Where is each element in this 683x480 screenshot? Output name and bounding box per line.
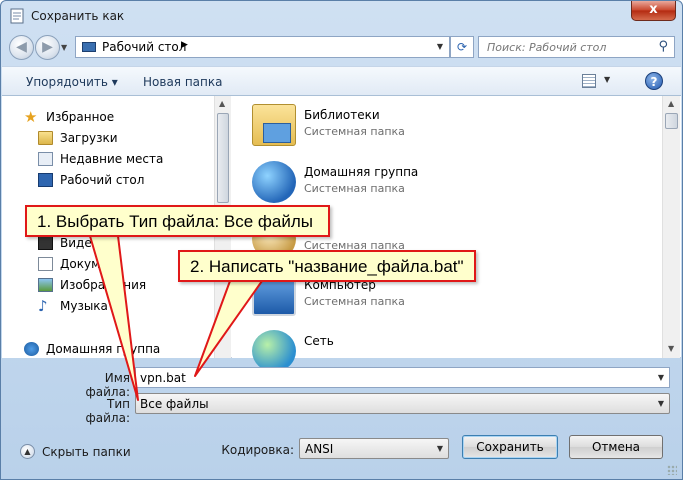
document-icon <box>38 257 53 271</box>
refresh-button[interactable]: ⟳ <box>450 36 474 58</box>
filetype-dropdown-icon[interactable]: ▼ <box>658 399 664 408</box>
arrow-left-icon: ◀ <box>16 39 27 55</box>
close-button[interactable]: x <box>631 1 676 21</box>
scroll-thumb[interactable] <box>217 113 229 203</box>
dialog-footer: ▲ Скрыть папки Кодировка: ANSI ▼ Сохрани… <box>2 421 681 479</box>
organize-button[interactable]: Упорядочить ▾ <box>26 75 118 89</box>
address-path[interactable]: Рабочий стол <box>102 40 186 54</box>
close-icon: x <box>649 2 658 17</box>
change-view-button[interactable]: ▼ <box>582 73 616 91</box>
homegroup-icon <box>252 161 296 203</box>
item-type: Системная папка <box>304 295 405 308</box>
video-icon <box>38 236 53 250</box>
annotation-step-2: 2. Написать "название_файла.bat" <box>178 250 476 282</box>
save-as-dialog: Сохранить как x ◀ ▶ ▼ Рабочий стол ▶ ▼ ⟳… <box>0 0 683 480</box>
resize-grip[interactable] <box>667 465 677 475</box>
search-box[interactable]: ⚲ <box>478 36 675 58</box>
star-icon: ★ <box>24 108 38 126</box>
annotation-step-1: 1. Выбрать Тип файла: Все файлы <box>25 205 330 237</box>
encoding-label: Кодировка: <box>221 443 294 457</box>
chevron-up-icon: ▲ <box>20 444 35 459</box>
desktop-icon <box>38 173 53 187</box>
address-dropdown-icon[interactable]: ▼ <box>437 42 443 51</box>
address-row: ◀ ▶ ▼ Рабочий стол ▶ ▼ ⟳ ⚲ <box>9 33 675 61</box>
new-folder-button[interactable]: Новая папка <box>143 75 222 89</box>
view-dropdown-icon[interactable]: ▼ <box>604 75 610 84</box>
filetype-select[interactable]: Все файлы ▼ <box>135 393 670 414</box>
recent-pages-dropdown-icon[interactable]: ▼ <box>61 43 67 52</box>
nav-item-label: Недавние места <box>60 152 164 166</box>
nav-item-label: Музыка <box>60 299 108 313</box>
notepad-icon <box>10 8 24 24</box>
scroll-up-icon[interactable]: ▲ <box>219 99 225 108</box>
item-name: Библиотеки <box>304 108 380 122</box>
view-details-icon <box>582 74 596 88</box>
downloads-folder-icon <box>38 131 53 145</box>
title-bar: Сохранить как x <box>1 1 682 31</box>
nav-item-label: Избранное <box>46 110 115 124</box>
command-toolbar: Упорядочить ▾ Новая папка ▼ ? <box>2 66 681 96</box>
item-type: Системная папка <box>304 125 405 138</box>
filename-combobox[interactable]: ▼ <box>135 367 670 388</box>
nav-item-label: Рабочий стол <box>60 173 145 187</box>
item-name: Домашняя группа <box>304 165 419 179</box>
nav-item-label: Изображения <box>60 278 147 292</box>
back-button[interactable]: ◀ <box>9 35 34 60</box>
libraries-icon <box>252 104 296 146</box>
homegroup-icon <box>24 342 39 356</box>
item-name: Сеть <box>304 334 334 348</box>
save-button[interactable]: Сохранить <box>462 435 558 459</box>
filename-input[interactable] <box>136 368 646 387</box>
scroll-down-icon[interactable]: ▼ <box>668 344 674 353</box>
filename-label: Имя файла: <box>85 371 130 399</box>
search-icon[interactable]: ⚲ <box>658 39 668 54</box>
desktop-icon <box>82 42 96 52</box>
encoding-value: ANSI <box>305 442 334 456</box>
picture-icon <box>38 278 53 292</box>
scroll-up-icon[interactable]: ▲ <box>668 99 674 108</box>
nav-item-label: Докум <box>60 257 101 271</box>
item-type: Системная папка <box>304 182 405 195</box>
list-item[interactable]: Домашняя группа Системная папка <box>252 157 552 209</box>
filetype-value: Все файлы <box>140 397 209 411</box>
hide-folders-button[interactable]: ▲ Скрыть папки <box>20 443 140 461</box>
encoding-dropdown-icon[interactable]: ▼ <box>437 444 443 453</box>
music-icon: ♪ <box>38 297 48 315</box>
breadcrumb-arrow-icon[interactable]: ▶ <box>181 40 188 50</box>
encoding-select[interactable]: ANSI ▼ <box>299 438 449 459</box>
cancel-button[interactable]: Отмена <box>569 435 663 459</box>
filename-dropdown-icon[interactable]: ▼ <box>658 373 664 382</box>
save-form: Имя файла: ▼ Тип файла: Все файлы ▼ <box>2 358 681 425</box>
search-input[interactable] <box>479 37 649 57</box>
list-item[interactable]: Библиотеки Системная папка <box>252 100 552 152</box>
file-list-scrollbar[interactable]: ▲ ▼ <box>662 96 680 358</box>
nav-item-label: Загрузки <box>60 131 118 145</box>
recent-places-icon <box>38 152 53 166</box>
address-bar[interactable]: Рабочий стол ▶ ▼ <box>75 36 450 58</box>
refresh-icon: ⟳ <box>456 40 468 54</box>
nav-item-label: Виде <box>60 236 92 250</box>
scroll-thumb[interactable] <box>665 113 678 129</box>
forward-button[interactable]: ▶ <box>35 35 60 60</box>
nav-item-label: Домашняя группа <box>46 342 161 356</box>
window-title: Сохранить как <box>31 9 125 23</box>
help-icon: ? <box>650 75 658 89</box>
hide-folders-label: Скрыть папки <box>42 445 131 459</box>
arrow-right-icon: ▶ <box>42 39 53 55</box>
help-button[interactable]: ? <box>645 72 663 90</box>
